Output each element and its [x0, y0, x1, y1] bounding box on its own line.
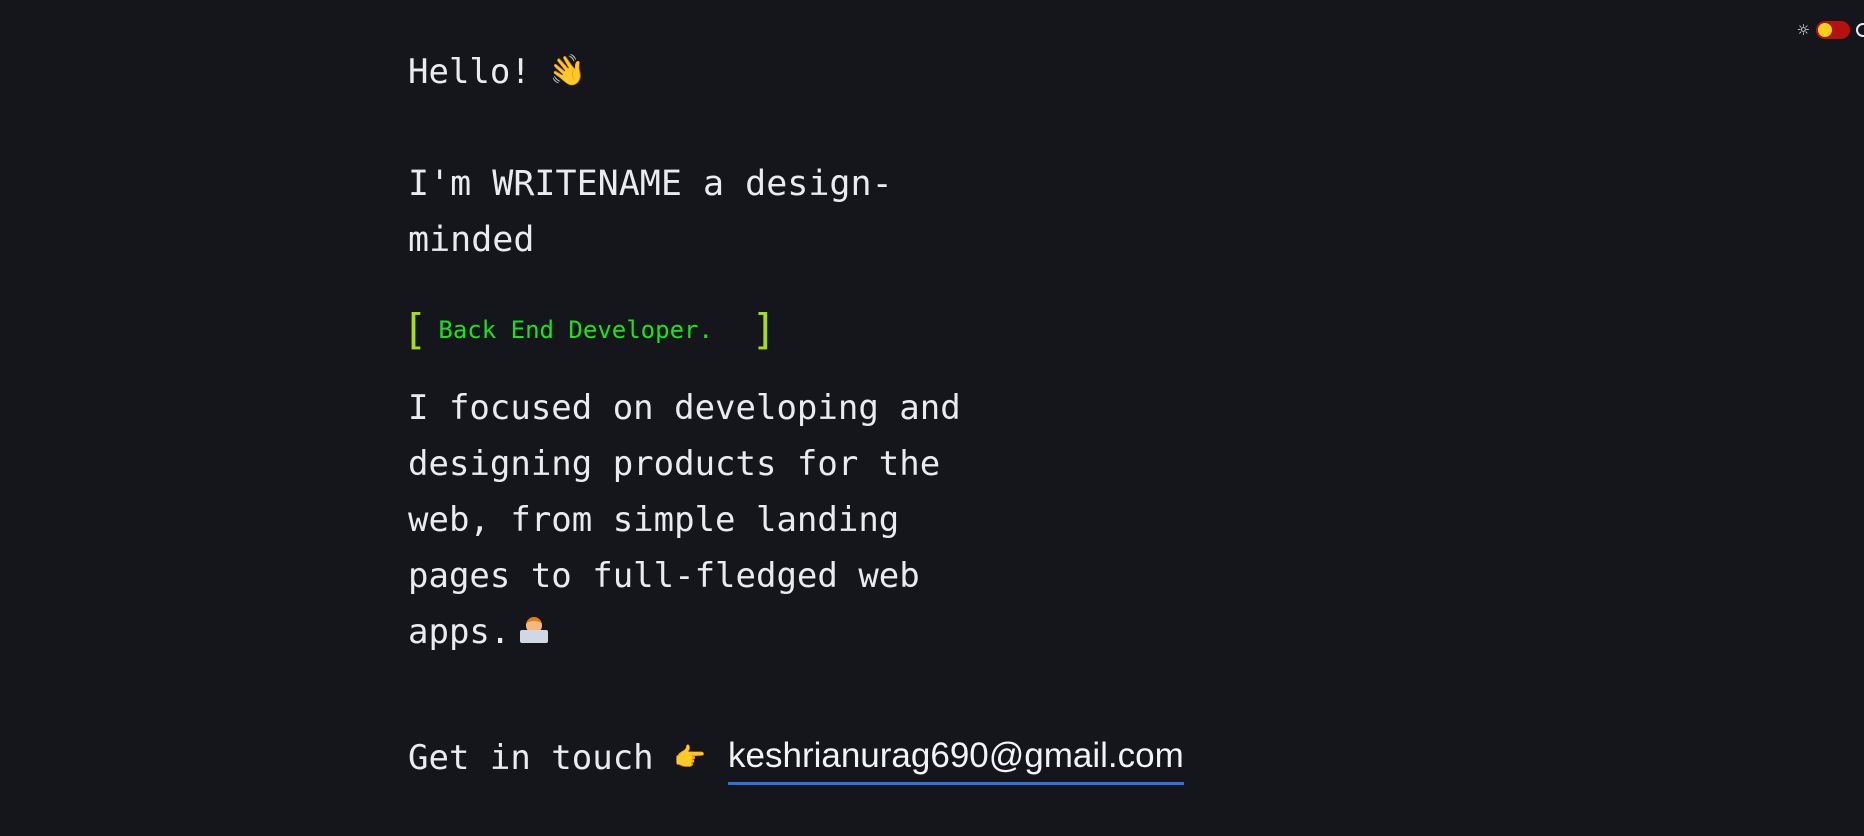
sun-icon: ☼	[1796, 20, 1810, 39]
moon-icon	[1856, 23, 1864, 37]
theme-toggle[interactable]: ☼	[1797, 20, 1864, 40]
greeting-text: Hello!	[408, 52, 531, 92]
role-badge: [ Back End Developer. ]	[408, 306, 771, 354]
switch-knob	[1818, 23, 1832, 37]
intro-line: I'm WRITENAME a design-minded	[408, 164, 893, 260]
wave-hand-icon: 👋	[545, 51, 589, 92]
about-text: I focused on developing and designing pr…	[408, 380, 968, 660]
contact-row: Get in touch 👉 keshrianurag690@gmail.com	[408, 730, 1184, 786]
about-paragraph: I focused on developing and designing pr…	[408, 388, 961, 652]
theme-switch[interactable]	[1816, 21, 1850, 39]
intro-text: I'm WRITENAME a design-minded	[408, 156, 928, 268]
bracket-open: [	[408, 305, 425, 354]
developer-laptop-icon	[520, 617, 549, 645]
contact-label: Get in touch	[408, 738, 654, 778]
greeting: Hello! 👋	[408, 46, 589, 98]
bracket-close: ]	[754, 305, 771, 354]
role-text: Back End Developer.	[438, 316, 713, 344]
pointing-hand-icon: 👉	[673, 743, 707, 773]
email-link[interactable]: keshrianurag690@gmail.com	[728, 732, 1184, 785]
